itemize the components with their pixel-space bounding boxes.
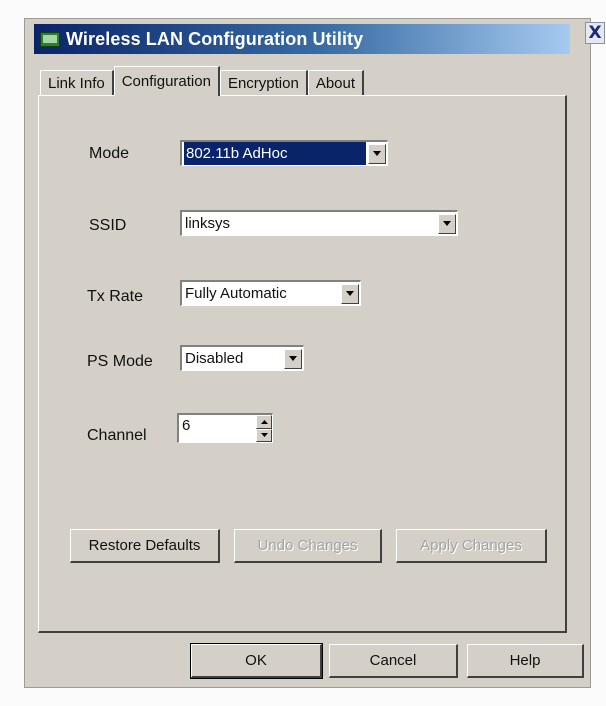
ps-mode-select[interactable]: Disabled — [180, 345, 304, 371]
tab-label: Encryption — [227, 75, 299, 92]
ssid-label: SSID — [89, 217, 127, 234]
button-label: Apply Changes — [420, 537, 522, 554]
title-bar[interactable]: Wireless LAN Configuration Utility — [34, 24, 570, 54]
button-label: Cancel — [369, 652, 417, 669]
tab-label: About — [315, 75, 356, 92]
restore-defaults-button[interactable]: Restore Defaults — [70, 529, 220, 563]
spin-down-icon[interactable] — [256, 428, 272, 442]
cancel-button[interactable]: Cancel — [329, 644, 458, 678]
tab-label: Link Info — [48, 75, 105, 92]
tab-strip: Link Info Configuration Encryption About — [40, 66, 365, 96]
tx-rate-select[interactable]: Fully Automatic — [180, 280, 361, 306]
apply-changes-button[interactable]: Apply Changes — [396, 529, 547, 563]
screen: Wireless LAN Configuration Utility X Lin… — [0, 0, 606, 706]
close-button[interactable]: X — [585, 22, 605, 44]
close-icon: X — [588, 23, 602, 43]
channel-stepper[interactable]: 6 — [177, 413, 273, 443]
mode-label: Mode — [89, 145, 130, 162]
mode-select[interactable]: 802.11b AdHoc — [180, 140, 388, 166]
ok-button[interactable]: OK — [190, 643, 323, 679]
ps-mode-value: Disabled — [185, 350, 244, 367]
help-button[interactable]: Help — [467, 644, 584, 678]
tab-configuration[interactable]: Configuration — [113, 66, 220, 96]
tab-label: Configuration — [121, 73, 211, 90]
chevron-down-icon[interactable] — [284, 348, 302, 369]
channel-spin-buttons — [256, 415, 272, 442]
tx-rate-value: Fully Automatic — [185, 285, 287, 302]
button-label: Help — [509, 652, 541, 669]
spin-up-icon[interactable] — [256, 415, 272, 429]
mode-value: 802.11b AdHoc — [184, 142, 366, 165]
ssid-select[interactable]: linksys — [180, 210, 458, 236]
undo-changes-button[interactable]: Undo Changes — [234, 529, 382, 563]
button-label: Restore Defaults — [88, 537, 201, 554]
wireless-network-card-icon — [40, 30, 60, 48]
chevron-down-icon[interactable] — [341, 283, 359, 304]
chevron-down-icon[interactable] — [438, 213, 456, 234]
tab-about[interactable]: About — [307, 70, 365, 96]
tab-link-info[interactable]: Link Info — [40, 70, 114, 96]
ps-mode-label: PS Mode — [87, 353, 153, 370]
button-label: Undo Changes — [257, 537, 358, 554]
window-title: Wireless LAN Configuration Utility — [66, 28, 364, 49]
channel-value[interactable]: 6 — [179, 415, 256, 434]
tab-encryption[interactable]: Encryption — [219, 70, 308, 96]
tx-rate-label: Tx Rate — [87, 288, 144, 305]
chevron-down-icon[interactable] — [368, 143, 386, 164]
button-label: OK — [245, 652, 267, 669]
channel-label: Channel — [87, 427, 147, 444]
ssid-value: linksys — [185, 215, 231, 232]
